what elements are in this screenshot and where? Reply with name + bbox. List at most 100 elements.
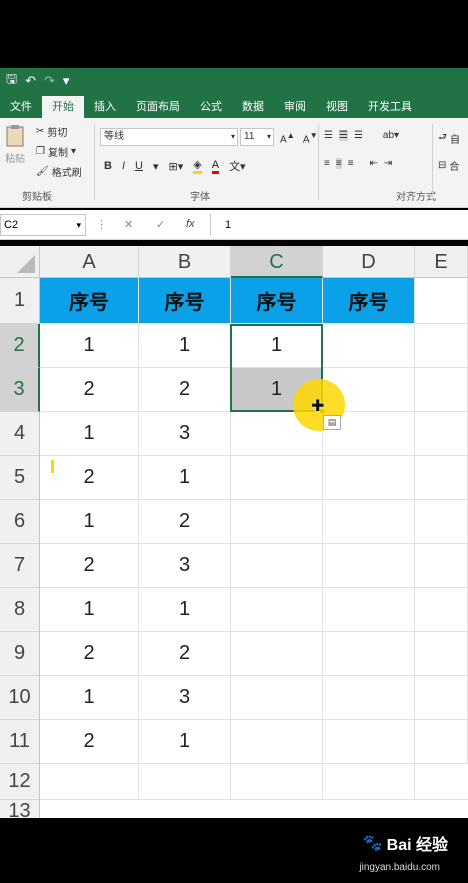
chevron-down-icon: ▾: [230, 132, 235, 141]
name-box[interactable]: C2 ▾: [0, 214, 86, 236]
decrease-font-icon[interactable]: A▼: [303, 130, 318, 145]
footer: 🐾 Bai 经验 jingyan.baidu.com: [0, 818, 468, 883]
empty-cells[interactable]: [415, 324, 468, 764]
chevron-down-icon: ▾: [76, 220, 81, 230]
cancel-icon[interactable]: ✕: [124, 218, 133, 231]
scissors-icon: ✂: [36, 126, 45, 137]
cell-a2[interactable]: 1: [40, 324, 139, 368]
row-header[interactable]: 1: [0, 278, 40, 324]
cell-b3[interactable]: 2: [139, 368, 231, 412]
customize-icon[interactable]: ▾: [63, 73, 70, 89]
cell[interactable]: [415, 278, 468, 324]
column-header-b[interactable]: B: [139, 246, 231, 278]
cell-b4[interactable]: 3: [139, 412, 231, 456]
row-header[interactable]: 6: [0, 500, 40, 544]
cell-b9[interactable]: 2: [139, 632, 231, 676]
row-header[interactable]: 8: [0, 588, 40, 632]
row-header[interactable]: 7: [0, 544, 40, 588]
underline-button[interactable]: U: [135, 160, 143, 172]
header-cell[interactable]: 序号: [231, 278, 323, 324]
bold-button[interactable]: B: [104, 160, 112, 172]
cell-b6[interactable]: 2: [139, 500, 231, 544]
cell-a3[interactable]: 2: [40, 368, 139, 412]
header-cell[interactable]: 序号: [139, 278, 231, 324]
insert-function-icon[interactable]: fx: [186, 218, 195, 230]
row-header[interactable]: 9: [0, 632, 40, 676]
cell-a11[interactable]: 2: [40, 720, 139, 764]
cell-c2[interactable]: 1: [231, 324, 323, 368]
copy-button[interactable]: ❐ 复制 ▾: [36, 144, 76, 159]
font-color-icon[interactable]: A: [211, 159, 220, 174]
row-header[interactable]: 5: [0, 456, 40, 500]
merge-button[interactable]: ⊟ 合: [438, 158, 459, 173]
cell-b10[interactable]: 3: [139, 676, 231, 720]
increase-font-icon[interactable]: A▲: [280, 130, 295, 145]
cell-a4[interactable]: 1: [40, 412, 139, 456]
align-left-icon[interactable]: ≡: [324, 158, 330, 169]
font-size-select[interactable]: 11 ▾: [240, 128, 274, 146]
empty-cells[interactable]: [40, 764, 468, 800]
column-header-c[interactable]: C: [231, 246, 323, 278]
format-painter-button[interactable]: 🖌 格式刷: [36, 164, 82, 179]
row-header[interactable]: 10: [0, 676, 40, 720]
align-middle-icon[interactable]: ☰: [338, 130, 348, 141]
tab-developer[interactable]: 开发工具: [358, 96, 422, 118]
decrease-indent-icon[interactable]: ⇤: [370, 158, 378, 169]
row-header[interactable]: 3: [0, 368, 40, 412]
cell-a9[interactable]: 2: [40, 632, 139, 676]
align-right-icon[interactable]: ≡: [348, 158, 354, 169]
header-cell[interactable]: 序号: [323, 278, 415, 324]
tab-home[interactable]: 开始: [42, 96, 84, 118]
row-header[interactable]: 2: [0, 324, 40, 368]
align-center-icon[interactable]: ≡: [335, 158, 342, 169]
tab-file[interactable]: 文件: [0, 96, 42, 118]
empty-cells[interactable]: [231, 412, 323, 764]
align-bottom-icon[interactable]: ☰: [354, 130, 363, 141]
worksheet-grid[interactable]: A B C D E 1 2 3 4 5 6 7 8 9 10 11 12 13 …: [0, 246, 468, 818]
auto-fill-options-button[interactable]: ▤: [323, 415, 341, 430]
confirm-icon[interactable]: ✓: [156, 218, 165, 231]
underline-dropdown-icon[interactable]: ▾: [153, 160, 159, 173]
align-top-icon[interactable]: ☰: [324, 130, 333, 141]
save-icon[interactable]: 🖫: [6, 70, 17, 92]
tab-data[interactable]: 数据: [232, 96, 274, 118]
fill-color-icon[interactable]: ◈: [193, 158, 202, 174]
row-header[interactable]: 4: [0, 412, 40, 456]
cell-b8[interactable]: 1: [139, 588, 231, 632]
border-icon[interactable]: ⊞▾: [169, 160, 184, 173]
tab-insert[interactable]: 插入: [84, 96, 126, 118]
column-header-a[interactable]: A: [40, 246, 139, 278]
column-header-e[interactable]: E: [415, 246, 468, 278]
row-header[interactable]: 12: [0, 764, 40, 800]
cell-a8[interactable]: 1: [40, 588, 139, 632]
tab-formulas[interactable]: 公式: [190, 96, 232, 118]
cell-b7[interactable]: 3: [139, 544, 231, 588]
italic-button[interactable]: I: [122, 160, 125, 172]
cell-b11[interactable]: 1: [139, 720, 231, 764]
formula-input[interactable]: 1: [210, 214, 468, 236]
select-all-button[interactable]: [0, 246, 40, 278]
wrap-text-button[interactable]: ⮐ 自: [438, 130, 460, 147]
tab-review[interactable]: 审阅: [274, 96, 316, 118]
increase-indent-icon[interactable]: ⇥: [384, 158, 392, 169]
undo-icon[interactable]: ↶: [25, 73, 36, 89]
paste-button[interactable]: 粘贴: [4, 124, 26, 165]
header-cell[interactable]: 序号: [40, 278, 139, 324]
redo-icon[interactable]: ↷: [44, 73, 55, 89]
cell-b5[interactable]: 1: [139, 456, 231, 500]
orientation-icon[interactable]: ab▾: [383, 130, 399, 141]
cut-button[interactable]: ✂ 剪切: [36, 124, 67, 139]
column-header-d[interactable]: D: [323, 246, 415, 278]
cell-a7[interactable]: 2: [40, 544, 139, 588]
phonetic-icon[interactable]: 文▾: [229, 158, 246, 174]
cell-a6[interactable]: 1: [40, 500, 139, 544]
watermark-url: jingyan.baidu.com: [359, 862, 440, 873]
tab-view[interactable]: 视图: [316, 96, 358, 118]
row-header[interactable]: 13: [0, 800, 40, 818]
row-header[interactable]: 11: [0, 720, 40, 764]
cell-b2[interactable]: 1: [139, 324, 231, 368]
cell-a10[interactable]: 1: [40, 676, 139, 720]
tab-page-layout[interactable]: 页面布局: [126, 96, 190, 118]
font-name-select[interactable]: 等线 ▾: [100, 128, 238, 146]
cell-a5[interactable]: 2: [40, 456, 139, 500]
